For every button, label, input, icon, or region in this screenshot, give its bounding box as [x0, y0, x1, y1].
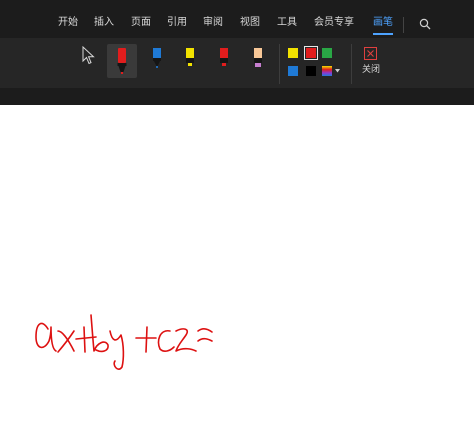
close-label: 关闭 [362, 65, 381, 75]
pen-ribbon [0, 38, 474, 88]
tab-insert[interactable]: 插入 [94, 14, 114, 32]
cursor-icon[interactable] [82, 46, 96, 66]
tab-view[interactable]: 视图 [240, 14, 260, 32]
color-swatch-blue[interactable] [288, 66, 298, 76]
color-swatch-black[interactable] [306, 66, 316, 76]
ink-stroke-plus-v [83, 326, 86, 353]
tab-member[interactable]: 会员专享 [314, 14, 354, 32]
marker-icon [117, 48, 127, 74]
tab-pen[interactable]: 画笔 [373, 14, 393, 32]
peach-highlighter-icon[interactable] [251, 47, 265, 69]
blue-pen-icon[interactable] [150, 47, 164, 69]
ribbon-divider [279, 44, 280, 84]
red-highlighter-icon[interactable] [217, 47, 231, 69]
yellow-highlighter-icon[interactable] [183, 47, 197, 69]
color-swatch-red[interactable] [304, 46, 318, 60]
ink-stroke-plus2-v [145, 326, 148, 353]
ink-stroke-z [175, 328, 197, 352]
tab-references[interactable]: 引用 [167, 14, 187, 32]
ink-stroke-x2 [57, 330, 75, 353]
close-icon [364, 47, 377, 60]
more-colors-button[interactable] [322, 66, 340, 76]
ribbon-divider [351, 44, 352, 84]
drawing-canvas[interactable] [0, 105, 474, 421]
color-swatch-green[interactable] [322, 48, 332, 58]
active-tab-indicator [373, 33, 393, 35]
ink-stroke-b [90, 314, 109, 353]
tab-tools[interactable]: 工具 [277, 14, 297, 32]
tab-start[interactable]: 开始 [58, 14, 78, 32]
ink-stroke-a [35, 322, 57, 352]
ink-stroke-c [157, 330, 175, 352]
color-swatch-yellow[interactable] [288, 48, 298, 58]
ribbon-bottom-strip [0, 88, 474, 105]
ink-strokes [35, 314, 213, 370]
red-marker-tool[interactable] [107, 44, 137, 78]
tab-divider [403, 17, 404, 33]
tab-review[interactable]: 审阅 [203, 14, 223, 32]
ink-stroke-eq1 [197, 327, 213, 333]
menu-bar: 开始 插入 页面 引用 审阅 视图 工具 会员专享 画笔 [0, 0, 474, 38]
ink-stroke-y [109, 330, 125, 370]
chevron-down-icon [335, 69, 340, 73]
tab-page[interactable]: 页面 [131, 14, 151, 32]
search-icon[interactable] [419, 18, 431, 30]
ink-stroke-eq2 [197, 337, 213, 342]
more-colors-icon [322, 66, 332, 76]
